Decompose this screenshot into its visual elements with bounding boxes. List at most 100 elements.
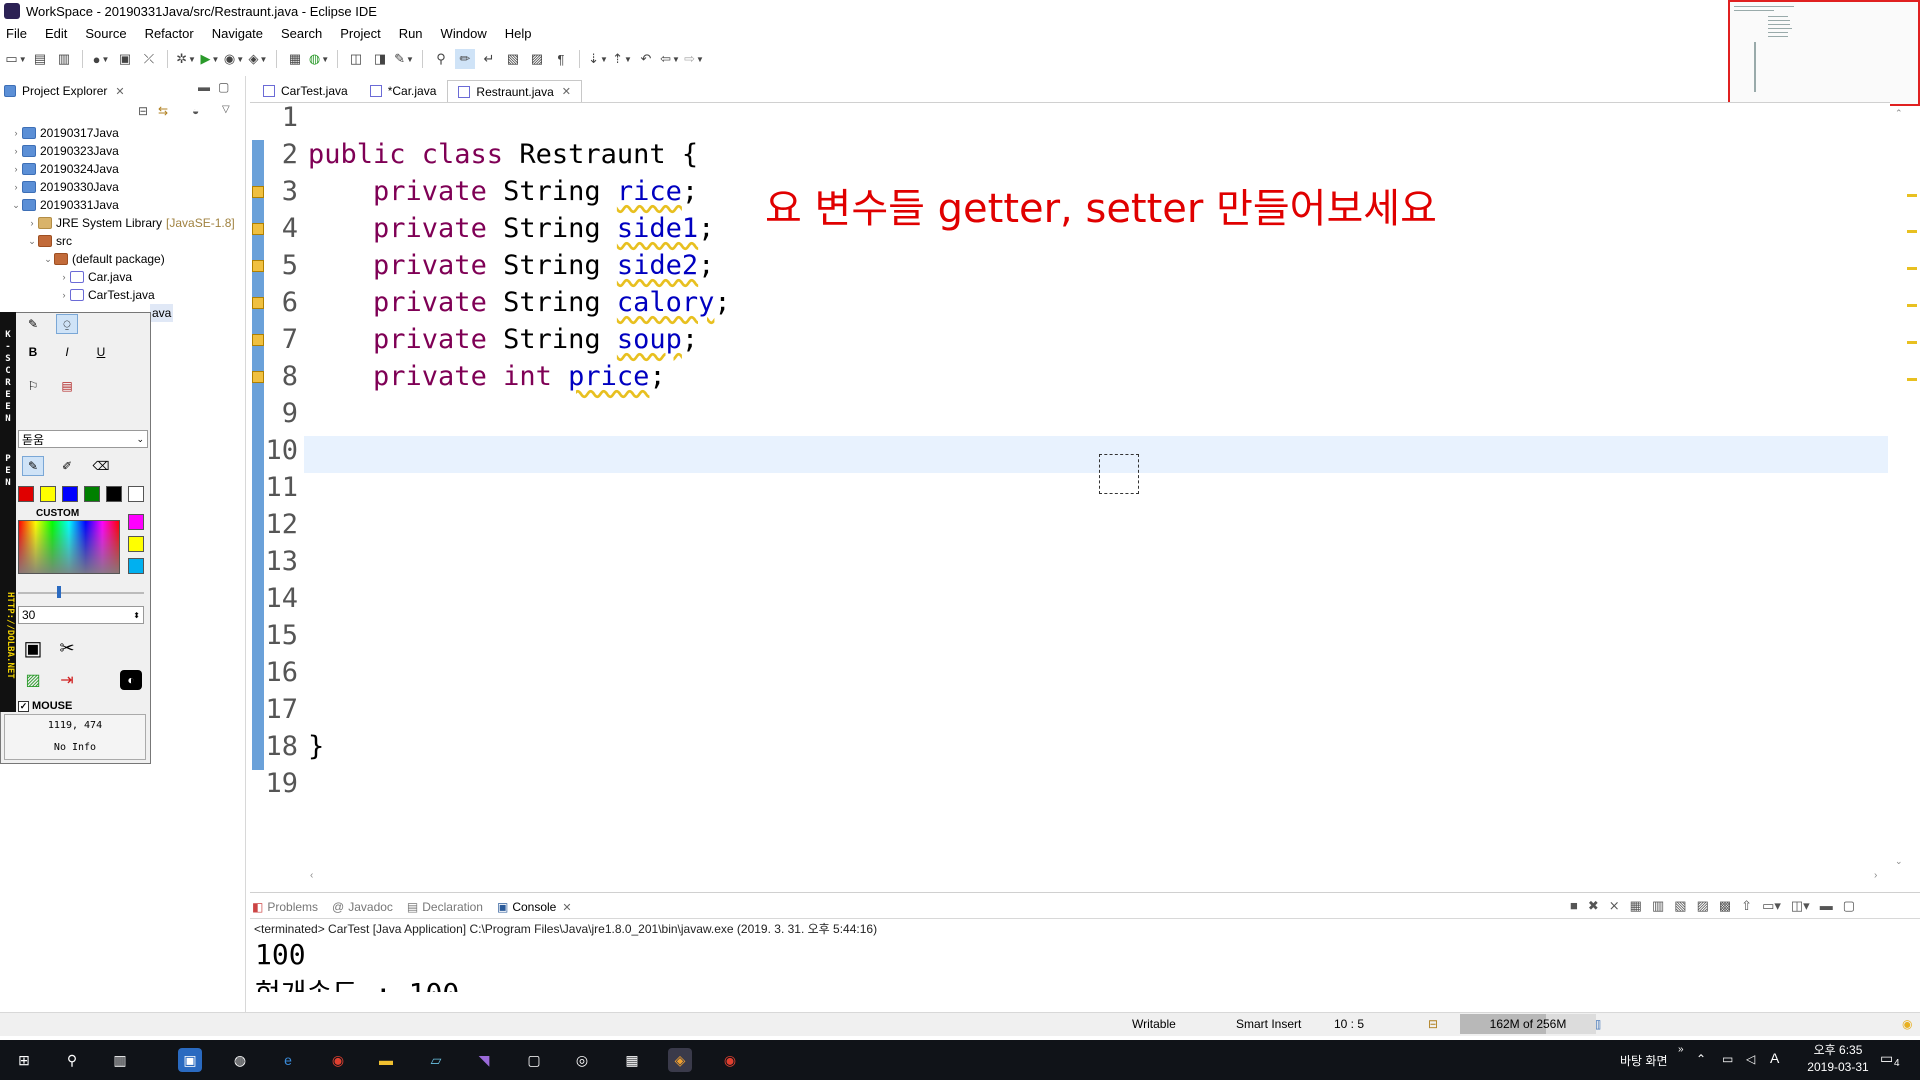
search-icon[interactable]: ✎ ▼ [394, 49, 414, 69]
color-swatch[interactable] [128, 514, 144, 530]
collapse-all-icon[interactable]: ⊟ [138, 104, 148, 118]
close-icon[interactable]: ✕ [562, 85, 571, 98]
tree-project-expanded[interactable]: ⌄ 20190331Java [10, 196, 119, 214]
tab-project-explorer[interactable]: Project Explorer ✕ [4, 80, 125, 102]
search-icon[interactable]: ⚲ [60, 1048, 84, 1072]
calculator-icon[interactable]: ▦ [620, 1048, 644, 1072]
close-icon[interactable]: ✕ [115, 85, 124, 98]
menu-file[interactable]: File [4, 26, 29, 41]
close-icon[interactable]: ✕ [562, 901, 571, 914]
tree-file-cartest[interactable]: › CarTest.java [58, 286, 155, 304]
marker-tool-icon[interactable]: ✐ [56, 456, 78, 476]
tab-restraunt[interactable]: Restraunt.java ✕ [447, 80, 582, 102]
size-slider-handle[interactable] [57, 586, 61, 598]
desktop-label[interactable]: 바탕 화면 [1620, 1052, 1668, 1069]
tab-car[interactable]: *Car.java [359, 80, 448, 102]
open-type-icon[interactable]: ◫ [346, 49, 366, 69]
menu-refactor[interactable]: Refactor [143, 26, 196, 41]
ime-indicator[interactable]: A [1770, 1050, 1779, 1066]
tree-project[interactable]: › 20190330Java [10, 178, 119, 196]
italic-button[interactable]: I [56, 342, 78, 362]
last-edit-icon[interactable]: ↶ [636, 49, 656, 69]
tray-expand-icon[interactable]: ⌃ [1696, 1052, 1706, 1066]
overview-mark[interactable] [1907, 304, 1917, 307]
save-all-icon[interactable]: ▥ [54, 49, 74, 69]
open-console-icon[interactable]: ◫▾ [1791, 898, 1810, 914]
open-task-icon[interactable]: ◨ [370, 49, 390, 69]
overview-mark[interactable] [1907, 341, 1917, 344]
new-icon[interactable]: ▭ ▼ [5, 49, 26, 69]
color-swatch[interactable] [128, 486, 144, 502]
tab-declaration[interactable]: ▤ Declaration [407, 900, 483, 914]
minimize-icon[interactable]: ▬ [198, 80, 210, 94]
scroll-down-icon[interactable]: ⌄ [1895, 856, 1903, 867]
underline-button[interactable]: U [90, 342, 112, 362]
tree-project[interactable]: › 20190323Java [10, 142, 119, 160]
tree-file-restraunt[interactable]: ava [150, 304, 174, 322]
tab-javadoc[interactable]: @ Javadoc [332, 900, 393, 914]
store-icon[interactable]: ▣ [178, 1048, 202, 1072]
minimize-icon[interactable]: ▬ [1820, 898, 1833, 914]
chevron-right-icon[interactable]: » [1678, 1044, 1684, 1055]
highlighter-tool-icon[interactable]: ✎ [22, 456, 44, 476]
maximize-icon[interactable]: ▢ [1843, 898, 1855, 914]
overview-mark[interactable] [1907, 267, 1917, 270]
obs-icon[interactable]: ◎ [570, 1048, 594, 1072]
paint-icon[interactable]: ◍ [228, 1048, 252, 1072]
eraser-tool-icon[interactable]: ⌫ [90, 456, 112, 476]
progress-icon[interactable]: ⊟ [1428, 1017, 1438, 1031]
menu-search[interactable]: Search [279, 26, 324, 41]
show-stdout-icon[interactable]: ▨ [1697, 898, 1709, 914]
menu-navigate[interactable]: Navigate [210, 26, 265, 41]
word-wrap-icon[interactable]: ↵ [479, 49, 499, 69]
save-icon[interactable]: ▤ [30, 49, 50, 69]
remove-all-icon[interactable]: ⨯ [1609, 898, 1620, 914]
tree-default-package[interactable]: ⌄ (default package) [42, 250, 165, 268]
scroll-right-icon[interactable]: › [1874, 870, 1877, 881]
menu-source[interactable]: Source [83, 26, 128, 41]
external-tools-icon[interactable]: ◈ ▼ [248, 49, 268, 69]
menu-run[interactable]: Run [397, 26, 425, 41]
view-menu-icon[interactable]: ▽ [222, 104, 230, 115]
color-swatch[interactable] [18, 486, 34, 502]
back-icon[interactable]: ⇦ ▼ [660, 49, 680, 69]
new-java-package-icon[interactable]: ▦ [285, 49, 305, 69]
remove-launch-icon[interactable]: ✖ [1588, 898, 1599, 914]
color-swatch[interactable] [128, 536, 144, 552]
menu-window[interactable]: Window [439, 26, 489, 41]
tree-project[interactable]: › 20190317Java [10, 124, 119, 142]
pointer-tool-icon[interactable]: ⍜ [56, 314, 78, 334]
chrome-icon[interactable]: ◉ [718, 1048, 742, 1072]
color-spectrum-picker[interactable] [18, 520, 120, 574]
mouse-checkbox[interactable]: ✓ MOUSE [18, 700, 72, 712]
terminal-icon[interactable]: ▣ [115, 49, 135, 69]
menu-project[interactable]: Project [338, 26, 382, 41]
tree-file-car[interactable]: › Car.java [58, 268, 133, 286]
focus-icon[interactable]: ◒ [192, 104, 199, 118]
bug-icon[interactable]: ✲ ▼ [176, 49, 196, 69]
terminate-icon[interactable]: ■ [1570, 898, 1578, 914]
pin-console-icon[interactable]: ⇧ [1741, 898, 1752, 914]
skip-breakpoints-icon[interactable]: ⤫ [139, 49, 159, 69]
exit-icon[interactable]: ⇥ [56, 670, 78, 690]
next-annotation-icon[interactable]: ⇣ ▼ [588, 49, 608, 69]
notepad-icon[interactable]: ▱ [424, 1048, 448, 1072]
maximize-icon[interactable]: ▢ [218, 80, 229, 94]
eclipse-icon[interactable]: ◈ [668, 1048, 692, 1072]
overview-mark[interactable] [1907, 378, 1917, 381]
korean-flag-icon[interactable]: ⚐ [22, 376, 44, 396]
new-java-class-icon[interactable]: ◍ ▼ [309, 49, 329, 69]
size-stepper[interactable]: 30 ⬍ [18, 606, 144, 624]
minimap-thumbnail[interactable] [1728, 0, 1920, 106]
pen-tool-icon[interactable]: ✎ [22, 314, 44, 334]
snipping-tool-icon[interactable]: ▢ [522, 1048, 546, 1072]
tab-problems[interactable]: ◧ Problems [252, 900, 318, 914]
clear-console-icon[interactable]: ▦ [1630, 898, 1642, 914]
visual-studio-icon[interactable]: ◥ [472, 1048, 496, 1072]
scroll-left-icon[interactable]: ‹ [310, 870, 313, 881]
overview-mark[interactable] [1907, 194, 1917, 197]
menu-edit[interactable]: Edit [43, 26, 69, 41]
word-wrap-icon[interactable]: ▧ [1674, 898, 1686, 914]
size-slider-track[interactable] [18, 592, 144, 594]
menu-help[interactable]: Help [503, 26, 534, 41]
